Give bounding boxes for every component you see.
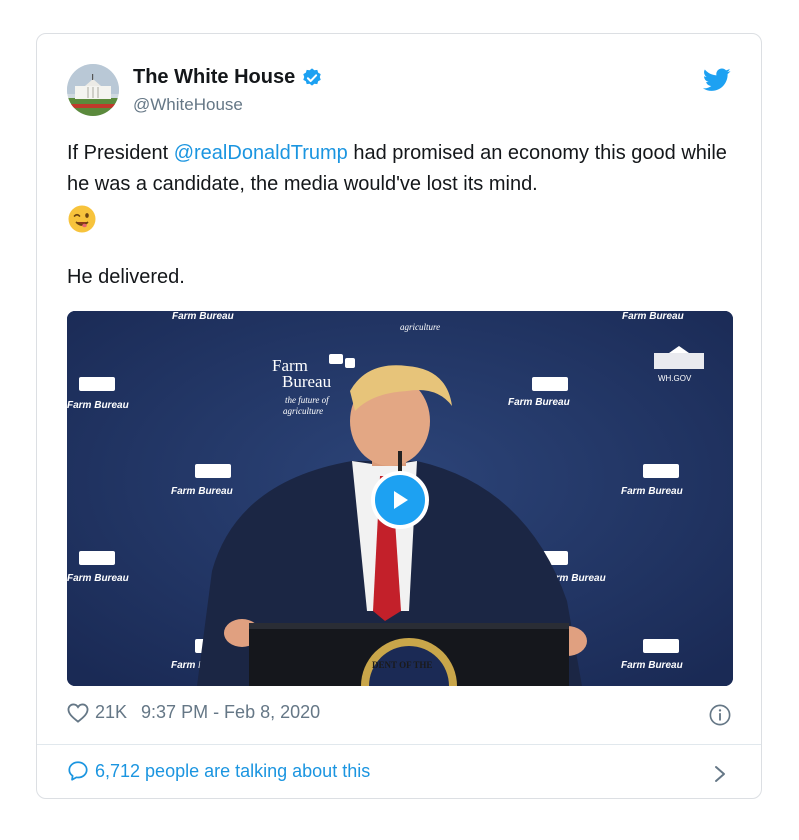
backdrop-tagline: agriculture xyxy=(283,406,323,416)
chevron-right-icon[interactable] xyxy=(713,764,727,784)
like-count[interactable]: 21K xyxy=(95,702,127,723)
backdrop-text: Farm Bureau xyxy=(67,573,129,584)
verified-badge-icon xyxy=(303,67,321,86)
backdrop-text: Farm Bureau xyxy=(171,486,233,497)
white-house-avatar-icon xyxy=(67,64,119,116)
backdrop-text: Farm Bureau xyxy=(172,311,234,322)
backdrop-text: Farm Bureau xyxy=(622,311,684,322)
info-icon[interactable] xyxy=(709,704,731,726)
backdrop-tagline: the future of xyxy=(285,395,330,405)
backdrop-logo-line2: Bureau xyxy=(282,372,332,391)
divider xyxy=(37,744,761,745)
backdrop-text: Farm Bureau xyxy=(621,660,683,671)
conversation-count[interactable]: 6,712 people are talking about this xyxy=(95,761,370,782)
play-button[interactable] xyxy=(371,471,429,529)
backdrop-tagline: agriculture xyxy=(400,322,440,332)
tweet-card[interactable]: The White House @WhiteHouse If President… xyxy=(36,33,762,799)
timestamp[interactable]: 9:37 PM - Feb 8, 2020 xyxy=(141,702,320,723)
author-handle[interactable]: @WhiteHouse xyxy=(133,95,243,115)
heart-icon[interactable] xyxy=(67,703,89,723)
video-player[interactable]: Farm Bureau Farm Bureau Farm Bureau Farm… xyxy=(67,311,733,686)
play-icon xyxy=(394,491,408,509)
wh-gov-text: WH.GOV xyxy=(658,374,692,383)
conversation-link[interactable]: 6,712 people are talking about this xyxy=(67,760,370,782)
author-name[interactable]: The White House xyxy=(133,66,295,89)
backdrop-text: Farm Bureau xyxy=(621,486,683,497)
podium: DENT OF THE xyxy=(249,623,569,686)
speech-bubble-icon xyxy=(68,761,88,781)
twitter-bird-icon[interactable] xyxy=(703,68,731,92)
tweet-paragraph-2: He delivered. xyxy=(67,266,185,288)
tweet-text: If President @realDonaldTrump had promis… xyxy=(67,138,737,293)
seal-text: DENT OF THE xyxy=(372,660,432,670)
winking-face-emoji-icon xyxy=(68,205,96,233)
backdrop-text: Farm Bureau xyxy=(67,400,129,411)
avatar[interactable] xyxy=(67,64,119,116)
backdrop-text: Farm Bureau xyxy=(508,397,570,408)
mention-link[interactable]: @realDonaldTrump xyxy=(174,142,348,164)
tweet-paragraph-1: If President @realDonaldTrump had promis… xyxy=(67,138,737,200)
tweet-text-part: If President xyxy=(67,142,174,164)
